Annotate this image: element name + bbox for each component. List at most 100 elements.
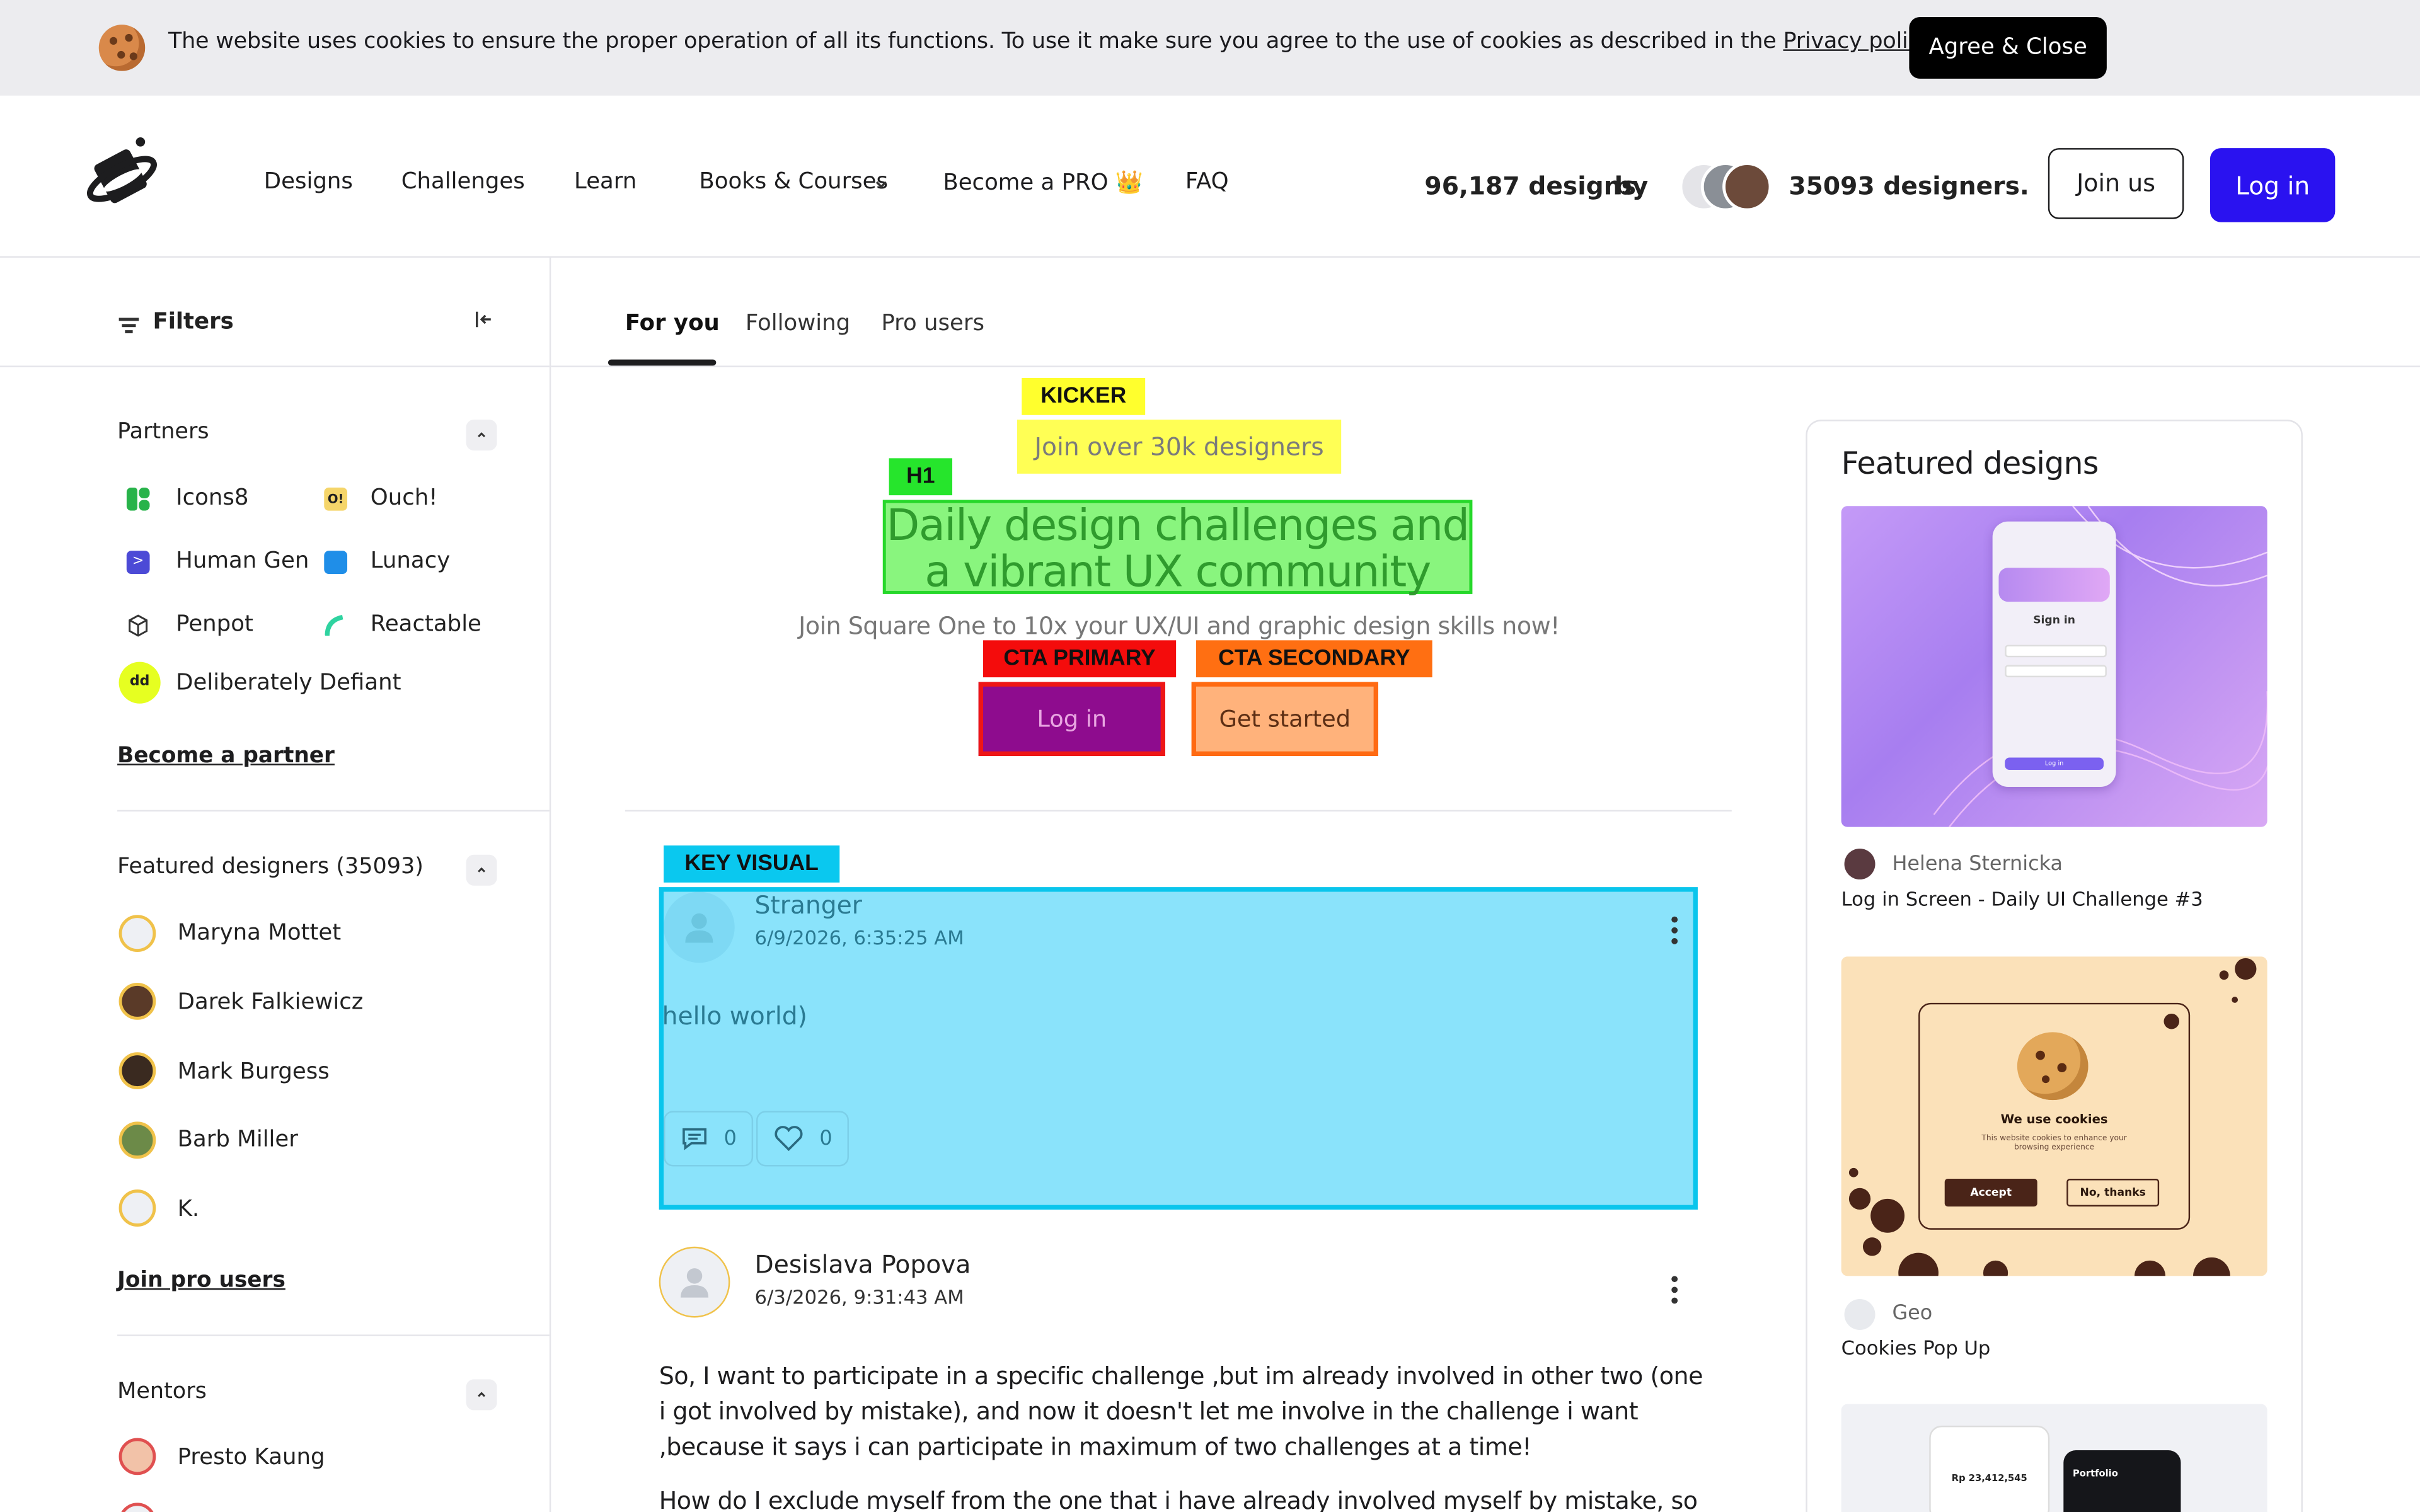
avatar: [118, 1189, 156, 1227]
cookie-icon: [98, 25, 146, 71]
post-author[interactable]: Desislava Popova: [755, 1250, 971, 1280]
icons8-logo-icon: [126, 487, 150, 511]
partner-reactable[interactable]: Reactable: [371, 612, 481, 637]
become-partner-link[interactable]: Become a partner: [117, 743, 335, 768]
privacy-policy-link[interactable]: Privacy policy: [1783, 30, 1930, 54]
filters-header: [0, 256, 550, 367]
nav-learn[interactable]: Learn: [574, 169, 637, 194]
mockup-portfolio: Portfolio: [2073, 1469, 2118, 1480]
partner-icons8[interactable]: Icons8: [176, 486, 248, 510]
partner-penpot[interactable]: Penpot: [176, 612, 253, 637]
nav-faq[interactable]: FAQ: [1185, 169, 1229, 194]
post-date: 6/3/2026, 9:31:43 AM: [754, 1285, 964, 1309]
featured-thumbnail[interactable]: Rp 23,412,545 Portfolio: [1841, 1404, 2267, 1512]
avatar: [118, 1503, 156, 1512]
post-body: So, I want to participate in a specific …: [659, 1362, 1703, 1512]
featured-designers-toggle[interactable]: [466, 854, 497, 886]
avatar: [664, 891, 735, 963]
nav-become-pro[interactable]: Become a PRO 👑: [943, 169, 1143, 196]
mentor-item[interactable]: Presto Kaung: [178, 1446, 325, 1470]
avatar: [1722, 162, 1772, 212]
phone-mockup: Sign in Log in: [1992, 521, 2116, 787]
post-date: 6/9/2026, 6:35:25 AM: [754, 925, 964, 949]
nav-challenges[interactable]: Challenges: [401, 169, 525, 194]
sidebar-separator: [117, 1334, 550, 1336]
more-options-icon[interactable]: [1671, 1276, 1678, 1308]
comment-icon: [683, 1128, 707, 1150]
designs-count: 96,187 designs: [1424, 171, 1636, 201]
reactable-logo-icon: [325, 614, 343, 636]
more-options-icon[interactable]: [1671, 916, 1678, 949]
header-login-button[interactable]: Log in: [2210, 148, 2336, 222]
featured-thumbnail[interactable]: We use cookies This website cookies to e…: [1841, 956, 2267, 1276]
cta-primary-tag: CTA PRIMARY: [983, 640, 1177, 678]
partner-lunacy[interactable]: Lunacy: [371, 549, 451, 574]
chevron-up-icon: [478, 867, 486, 873]
mockup-balance: Rp 23,412,545: [1951, 1473, 2027, 1484]
agree-close-button[interactable]: Agree & Close: [1909, 16, 2107, 79]
likes-button[interactable]: 0: [756, 1111, 850, 1167]
mockup-field: [2005, 644, 2107, 658]
avatar: [659, 1246, 730, 1318]
h1-tag: H1: [889, 458, 953, 496]
mentors-toggle[interactable]: [466, 1379, 497, 1411]
nav-designs[interactable]: Designs: [264, 169, 353, 194]
cta-secondary-tag: CTA SECONDARY: [1196, 640, 1432, 678]
featured-design-title[interactable]: Cookies Pop Up: [1841, 1336, 1991, 1360]
filter-icon: [118, 318, 139, 333]
ouch-logo-icon: O!: [324, 487, 348, 511]
heart-icon: [775, 1126, 803, 1152]
nav-books-courses[interactable]: Books & Courses: [699, 169, 888, 194]
avatar: [1844, 848, 1876, 879]
tab-for-you[interactable]: For you: [625, 312, 720, 336]
sidebar-separator: [117, 810, 550, 812]
kicker-tag: KICKER: [1022, 378, 1146, 415]
avatar: [118, 1121, 156, 1159]
human-gen-logo-icon: >: [126, 551, 150, 575]
comments-button[interactable]: 0: [664, 1111, 754, 1167]
featured-thumbnail[interactable]: Sign in Log in: [1841, 506, 2267, 827]
designer-item[interactable]: Maryna Mottet: [178, 921, 342, 946]
get-started-button[interactable]: Get started: [1191, 682, 1378, 757]
active-tab-indicator: [608, 359, 717, 366]
featured-author[interactable]: Geo: [1892, 1302, 1932, 1326]
collapse-sidebar-icon[interactable]: [474, 309, 495, 330]
key-visual-tag: KEY VISUAL: [664, 845, 840, 883]
featured-author[interactable]: Helena Sternicka: [1892, 853, 2062, 876]
hero-subline: Join Square One to 10x your UX/UI and gr…: [798, 612, 1560, 641]
user-icon: [685, 913, 713, 943]
logo-icon[interactable]: [83, 133, 160, 216]
hero-login-button[interactable]: Log in: [978, 682, 1165, 757]
mockup-accept: Accept: [1944, 1179, 2037, 1207]
mockup-cookie-text: This website cookies to enhance your brow…: [1981, 1134, 2127, 1153]
mockup-wave: [1998, 568, 2110, 602]
cookie-icon: [2017, 1032, 2089, 1101]
mentors-title: Mentors: [117, 1379, 207, 1404]
avatar: [118, 1438, 156, 1475]
sidebar-divider: [549, 256, 551, 1512]
partner-human-gen[interactable]: Human Gen: [176, 549, 309, 574]
mockup-login-button: Log in: [2005, 757, 2104, 770]
partner-ouch[interactable]: Ouch!: [371, 486, 438, 510]
designer-item[interactable]: Barb Miller: [178, 1128, 298, 1152]
avatar: [118, 915, 156, 953]
designer-item[interactable]: Mark Burgess: [178, 1060, 330, 1084]
designers-count: 35093 designers.: [1789, 171, 2029, 201]
designer-item[interactable]: K.: [178, 1197, 200, 1222]
partner-deliberately-defiant[interactable]: Deliberately Defiant: [176, 671, 401, 696]
join-pro-users-link[interactable]: Join pro users: [117, 1268, 285, 1293]
designer-item[interactable]: Darek Falkiewicz: [178, 990, 364, 1015]
stats-by: by: [1614, 171, 1649, 201]
filters-label: Filters: [153, 310, 234, 335]
phone-mockup: Rp 23,412,545: [1929, 1425, 2050, 1512]
featured-design-title[interactable]: Log in Screen - Daily UI Challenge #3: [1841, 887, 2203, 910]
featured-designers-title: Featured designers (35093): [117, 854, 424, 879]
tab-pro-users[interactable]: Pro users: [881, 312, 984, 336]
tab-following[interactable]: Following: [746, 312, 850, 336]
post-author[interactable]: Stranger: [755, 890, 862, 920]
close-icon: [2164, 1013, 2179, 1029]
featured-designs-title: Featured designs: [1841, 444, 2099, 482]
partners-toggle[interactable]: [466, 420, 497, 451]
mockup-decline: No, thanks: [2066, 1179, 2160, 1207]
join-us-button[interactable]: Join us: [2048, 148, 2184, 219]
